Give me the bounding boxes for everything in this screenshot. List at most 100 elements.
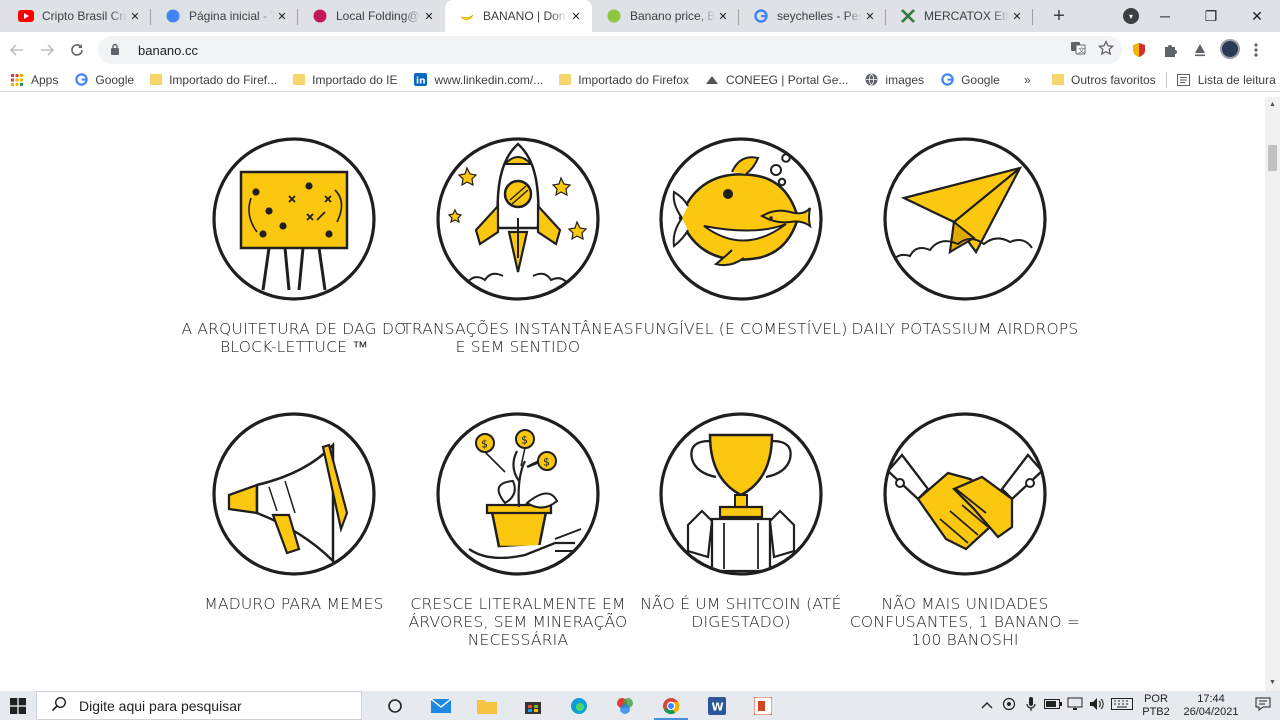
microphone-icon[interactable]	[1020, 697, 1042, 714]
cortana-icon[interactable]	[372, 691, 418, 720]
tab-close-icon[interactable]: ✕	[568, 8, 584, 24]
tab-title[interactable]: BANANO | Don't	[483, 9, 568, 23]
browser-toolbar: banano.cc 文	[0, 32, 1280, 68]
browser-tab[interactable]: Local Folding@ho✕	[298, 0, 445, 32]
browser-tab[interactable]: seychelles - Pesqu✕	[739, 0, 886, 32]
tab-close-icon[interactable]: ✕	[421, 8, 437, 24]
downloads-icon[interactable]	[1188, 38, 1212, 62]
browser-tab[interactable]: Banano price, BAN✕	[592, 0, 739, 32]
keyboard-icon[interactable]	[1108, 698, 1136, 713]
tab-title[interactable]: Cripto Brasil Cripto	[42, 9, 127, 23]
bookmark-item[interactable]: images	[856, 68, 932, 92]
word-app-icon[interactable]: W	[694, 691, 740, 720]
bookmark-item[interactable]: Importado do Firef...	[142, 68, 285, 92]
feature-caption: NÃO MAIS UNIDADES CONFUSANTES, 1 BANANO …	[849, 595, 1081, 649]
browser-tab[interactable]: Cripto Brasil Cripto✕	[4, 0, 151, 32]
bookmark-item[interactable]: Lista de leitura	[1169, 68, 1280, 92]
bookmark-star-icon[interactable]	[1097, 39, 1115, 59]
bookmark-item[interactable]: in www.linkedin.com/...	[406, 68, 552, 92]
tab-close-icon[interactable]: ✕	[862, 8, 878, 24]
kebab-menu-icon[interactable]	[1244, 38, 1268, 62]
tab-close-icon[interactable]: ✕	[1009, 8, 1025, 24]
tab-close-icon[interactable]: ✕	[274, 8, 290, 24]
tab-title[interactable]: seychelles - Pesqu	[777, 9, 862, 23]
bookmark-label: Apps	[31, 72, 59, 87]
address-bar[interactable]: banano.cc 文	[98, 36, 1122, 64]
bookmark-item[interactable]: Apps	[2, 68, 66, 92]
notifications-icon[interactable]	[1246, 697, 1280, 714]
bookmark-item[interactable]: Importado do IE	[285, 68, 405, 92]
bookmark-label: Lista de leitura	[1197, 72, 1276, 87]
store-app-icon[interactable]	[510, 691, 556, 720]
reload-button[interactable]	[62, 35, 92, 65]
maximize-button[interactable]: ❐	[1188, 0, 1234, 32]
lock-icon[interactable]	[110, 43, 124, 58]
browser-tab[interactable]: MERCATOX Ether✕	[886, 0, 1033, 32]
edge-browser-icon[interactable]	[556, 691, 602, 720]
forward-button[interactable]	[32, 35, 62, 65]
money-tree-icon: $ $ $	[435, 411, 601, 577]
scroll-up-arrow-icon[interactable]: ▲	[1269, 101, 1276, 108]
url-text[interactable]: banano.cc	[138, 43, 198, 58]
bookmark-separator	[1165, 71, 1167, 88]
network-icon[interactable]	[1064, 697, 1086, 714]
tab-close-icon[interactable]: ✕	[715, 8, 731, 24]
reading-list-icon	[1177, 73, 1191, 87]
bookmark-item[interactable]: Importado do Firefox	[551, 68, 697, 92]
feature-caption: TRANSAÇÕES INSTANTÂNEAS E SEM SENTIDO	[402, 320, 634, 356]
chrome-web-icon	[165, 8, 181, 24]
feature-caption: A ARQUITETURA DE DAG DO BLOCK-LETTUCE ™	[181, 320, 407, 356]
bookmark-label: Outros favoritos	[1071, 72, 1156, 87]
bookmark-label: Google	[961, 72, 1000, 87]
powerpoint-app-icon[interactable]	[740, 691, 786, 720]
feature-caption: MADURO PARA MEMES	[204, 595, 384, 613]
minimize-button[interactable]: ─	[1142, 0, 1188, 32]
mercatox-icon	[900, 8, 916, 24]
bookmark-item[interactable]: Outros favoritos	[1044, 68, 1164, 92]
paper-plane-icon	[882, 136, 1048, 302]
folding-icon	[312, 8, 328, 24]
browser-tab[interactable]: Página inicial - Tr ✕	[151, 0, 298, 32]
taskbar-search-box[interactable]: Digite aqui para pesquisar	[36, 691, 362, 720]
browser-tab[interactable]: BANANO | Don't ✕	[445, 0, 592, 32]
page-scrollbar[interactable]: ▲ ▼	[1265, 97, 1280, 691]
back-button[interactable]	[2, 35, 32, 65]
tab-search-icon[interactable]: ▾	[1123, 8, 1139, 24]
extensions-puzzle-icon[interactable]	[1158, 38, 1182, 62]
volume-icon[interactable]	[1086, 697, 1108, 714]
svg-text:文: 文	[1078, 46, 1085, 55]
bookmark-item[interactable]: CONEEG | Portal Ge...	[697, 68, 856, 92]
profile-avatar[interactable]	[1220, 39, 1240, 59]
svg-text:in: in	[416, 77, 426, 87]
tab-title[interactable]: Banano price, BAN	[630, 9, 715, 23]
bookmark-item[interactable]: Google	[66, 68, 142, 92]
extension-shield-icon[interactable]	[1127, 38, 1151, 62]
translate-icon[interactable]: 文	[1070, 40, 1086, 59]
scrollbar-thumb[interactable]	[1268, 145, 1277, 171]
mail-app-icon[interactable]	[418, 691, 464, 720]
bookmark-label: Importado do IE	[312, 72, 398, 87]
svg-text:$: $	[521, 434, 528, 447]
tab-title[interactable]: MERCATOX Ether	[924, 9, 1009, 23]
tab-close-icon[interactable]: ✕	[127, 8, 143, 24]
tab-title[interactable]: Página inicial - Tr	[189, 9, 274, 23]
taskbar-clock[interactable]: 17:44 26/04/2021	[1176, 693, 1246, 719]
tray-meet-icon[interactable]	[998, 697, 1020, 714]
chrome-app-icon[interactable]	[648, 691, 694, 720]
battery-icon[interactable]	[1042, 699, 1064, 712]
feature-caption: FUNGÍVEL (E COMESTÍVEL)	[634, 320, 848, 338]
new-tab-button[interactable]: +	[1045, 2, 1073, 30]
photos-app-icon[interactable]	[602, 691, 648, 720]
tab-title[interactable]: Local Folding@ho	[336, 9, 421, 23]
language-indicator[interactable]: POR PTB2	[1136, 693, 1176, 719]
close-window-button[interactable]: ✕	[1234, 0, 1280, 32]
start-button[interactable]	[0, 691, 36, 720]
bookmark-item[interactable]: Google	[932, 68, 1008, 92]
bookmarks-overflow-button[interactable]: »	[1016, 68, 1039, 92]
scroll-down-arrow-icon[interactable]: ▼	[1269, 679, 1276, 686]
tray-overflow-icon[interactable]	[976, 700, 998, 712]
svg-text:$: $	[481, 438, 488, 451]
google-icon	[74, 73, 88, 87]
taskbar-search-placeholder[interactable]: Digite aqui para pesquisar	[79, 698, 242, 714]
file-explorer-icon[interactable]	[464, 691, 510, 720]
